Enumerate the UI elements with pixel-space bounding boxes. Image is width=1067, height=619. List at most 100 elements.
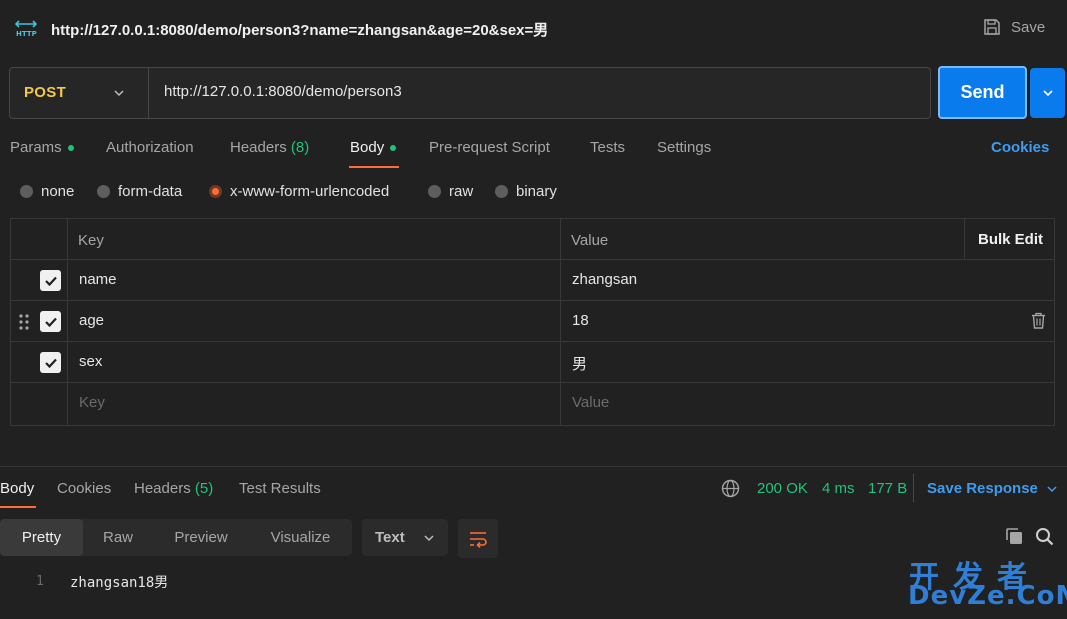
- tab-body[interactable]: Body: [350, 139, 397, 156]
- key-cell[interactable]: name: [79, 271, 117, 288]
- pane-divider[interactable]: [0, 466, 1067, 467]
- radio-none[interactable]: none: [20, 183, 74, 200]
- save-label: Save: [1011, 18, 1046, 36]
- table-row: name zhangsan: [11, 260, 1054, 301]
- radio-label: none: [41, 183, 75, 200]
- count-badge: (8): [290, 139, 310, 156]
- send-button[interactable]: Send: [938, 66, 1027, 119]
- value-cell[interactable]: 男: [572, 353, 587, 374]
- format-segmented-control: Pretty Raw Preview Visualize: [0, 519, 352, 556]
- search-icon[interactable]: [1035, 527, 1054, 546]
- line-number: 1: [36, 574, 44, 589]
- value-placeholder[interactable]: Value: [572, 394, 609, 411]
- chevron-down-icon: [424, 534, 434, 541]
- check-icon: [44, 276, 57, 286]
- body-mode-options: none form-data x-www-form-urlencoded raw…: [0, 183, 1067, 205]
- radio-raw[interactable]: raw: [428, 183, 473, 200]
- tab-tests[interactable]: Tests: [590, 139, 625, 156]
- svg-text:HTTP: HTTP: [16, 30, 37, 38]
- count-badge: (5): [194, 480, 214, 497]
- divider: [148, 68, 149, 118]
- save-button[interactable]: Save: [983, 18, 1045, 36]
- tab-label: Params: [10, 139, 62, 156]
- request-tabs: Params Authorization Headers (8) Body Pr…: [0, 134, 1067, 168]
- tab-headers[interactable]: Headers (8): [230, 139, 309, 156]
- row-checkbox[interactable]: [40, 352, 61, 373]
- column-header-key: Key: [78, 232, 104, 249]
- status-code[interactable]: 200 OK: [757, 480, 808, 497]
- radio-binary[interactable]: binary: [495, 183, 557, 200]
- column-header-value: Value: [571, 232, 609, 249]
- bulk-edit-button[interactable]: Bulk Edit: [978, 231, 1043, 248]
- tab-pre-request-script[interactable]: Pre-request Script: [429, 139, 550, 156]
- request-title: http://127.0.0.1:8080/demo/person3?name=…: [51, 22, 549, 39]
- radio-x-www-form-urlencoded[interactable]: x-www-form-urlencoded: [209, 183, 389, 200]
- format-preview[interactable]: Preview: [153, 519, 249, 556]
- table-row: sex 男: [11, 342, 1054, 383]
- language-select[interactable]: Text: [362, 519, 448, 556]
- chevron-down-icon: [1042, 90, 1053, 97]
- response-tab-cookies[interactable]: Cookies: [57, 480, 111, 497]
- response-tab-test-results[interactable]: Test Results: [239, 480, 321, 497]
- tab-label: Settings: [657, 139, 712, 156]
- format-raw[interactable]: Raw: [83, 519, 153, 556]
- status-dot: [390, 144, 397, 151]
- response-tab-body[interactable]: Body: [0, 480, 34, 497]
- response-size[interactable]: 177 B: [868, 480, 907, 497]
- row-checkbox[interactable]: [40, 311, 61, 332]
- tab-label: Headers: [134, 480, 191, 497]
- tab-label: Headers: [230, 139, 287, 156]
- tab-label: Pre-request Script: [429, 139, 550, 156]
- format-pretty[interactable]: Pretty: [0, 519, 83, 556]
- status-dot: [67, 144, 74, 151]
- response-tab-headers[interactable]: Headers (5): [134, 480, 213, 497]
- active-tab-indicator: [349, 166, 399, 168]
- method-select[interactable]: POST: [24, 84, 66, 101]
- language-label: Text: [375, 529, 405, 546]
- radio-icon: [428, 185, 441, 198]
- tab-settings[interactable]: Settings: [657, 139, 711, 156]
- http-icon: HTTP: [15, 18, 37, 38]
- radio-label: raw: [449, 183, 474, 200]
- table-row-new: Key Value: [11, 383, 1054, 424]
- radio-label: x-www-form-urlencoded: [230, 183, 390, 200]
- key-cell[interactable]: sex: [79, 353, 102, 370]
- key-placeholder[interactable]: Key: [79, 394, 105, 411]
- value-cell[interactable]: zhangsan: [572, 271, 637, 288]
- key-cell[interactable]: age: [79, 312, 104, 329]
- divider: [913, 474, 914, 502]
- globe-icon[interactable]: [721, 479, 740, 498]
- radio-icon: [97, 185, 110, 198]
- tab-params[interactable]: Params: [10, 139, 74, 156]
- format-visualize[interactable]: Visualize: [249, 519, 352, 556]
- radio-form-data[interactable]: form-data: [97, 183, 182, 200]
- check-icon: [44, 317, 57, 327]
- send-options-button[interactable]: [1030, 68, 1065, 118]
- chevron-down-icon: [1047, 485, 1057, 492]
- wrap-icon: [470, 531, 487, 548]
- chevron-down-icon[interactable]: [113, 87, 125, 99]
- tab-authorization[interactable]: Authorization: [106, 139, 194, 156]
- tab-label: Body: [350, 139, 385, 156]
- save-icon: [983, 18, 1001, 36]
- copy-icon[interactable]: [1005, 527, 1024, 546]
- table-header: Key Value Bulk Edit: [11, 219, 1054, 260]
- radio-label: binary: [516, 183, 557, 200]
- cookies-link[interactable]: Cookies: [991, 139, 1049, 156]
- url-input[interactable]: [164, 83, 904, 100]
- row-checkbox[interactable]: [40, 270, 61, 291]
- drag-handle-icon[interactable]: [19, 313, 29, 331]
- active-tab-indicator: [0, 506, 36, 508]
- table-row: age 18: [11, 301, 1054, 342]
- tab-label: Tests: [590, 139, 626, 156]
- response-body[interactable]: zhangsan18男: [70, 572, 168, 592]
- trash-icon[interactable]: [1031, 312, 1046, 329]
- response-time[interactable]: 4 ms: [822, 480, 855, 497]
- radio-label: form-data: [118, 183, 183, 200]
- radio-icon: [495, 185, 508, 198]
- save-response-button[interactable]: Save Response: [927, 480, 1058, 497]
- radio-selected-icon: [209, 185, 222, 198]
- check-icon: [44, 358, 57, 368]
- wrap-lines-button[interactable]: [458, 519, 498, 558]
- value-cell[interactable]: 18: [572, 312, 589, 329]
